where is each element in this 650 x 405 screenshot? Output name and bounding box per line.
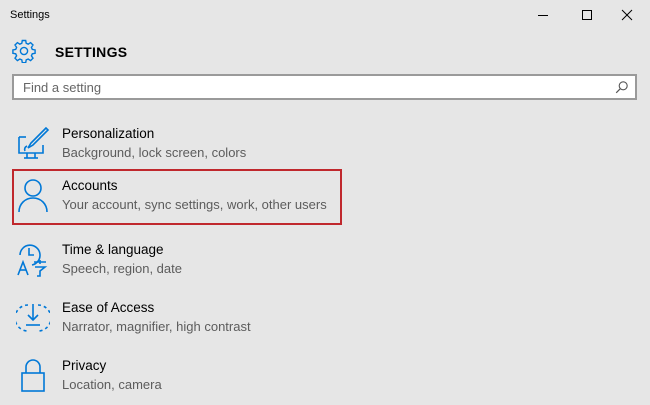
settings-item-accounts[interactable]: Accounts Your account, sync settings, wo… <box>12 169 342 225</box>
search-box[interactable] <box>12 74 637 100</box>
item-label: Privacy <box>62 358 107 373</box>
lock-icon <box>21 359 45 392</box>
item-description: Your account, sync settings, work, other… <box>62 197 327 212</box>
search-icon[interactable] <box>615 80 629 94</box>
ease-of-access-icon <box>16 304 50 332</box>
personalization-icon <box>18 126 50 159</box>
time-language-icon <box>17 244 48 277</box>
close-icon <box>621 9 633 21</box>
maximize-icon <box>582 10 592 20</box>
title-bar: Settings <box>0 0 650 30</box>
settings-item-time-language[interactable]: Time & language Speech, region, date <box>12 233 342 289</box>
item-label: Accounts <box>62 178 118 193</box>
search-input[interactable] <box>14 76 604 98</box>
item-description: Background, lock screen, colors <box>62 145 247 160</box>
window-title: Settings <box>10 9 50 21</box>
item-description: Speech, region, date <box>62 261 182 276</box>
item-label: Ease of Access <box>62 300 155 315</box>
close-button[interactable] <box>604 0 650 30</box>
settings-header: SETTINGS <box>12 39 312 65</box>
item-description: Narrator, magnifier, high contrast <box>62 319 251 334</box>
page-title: SETTINGS <box>55 44 128 60</box>
settings-item-personalization[interactable]: Personalization Background, lock screen,… <box>12 117 342 173</box>
item-label: Time & language <box>62 242 164 257</box>
settings-item-ease-of-access[interactable]: Ease of Access Narrator, magnifier, high… <box>12 291 342 347</box>
item-description: Location, camera <box>62 377 162 392</box>
item-label: Personalization <box>62 126 155 141</box>
settings-item-privacy[interactable]: Privacy Location, camera <box>12 349 342 405</box>
minimize-icon <box>538 15 548 16</box>
minimize-button[interactable] <box>520 0 566 30</box>
person-icon <box>18 179 48 213</box>
gear-icon <box>12 39 36 63</box>
